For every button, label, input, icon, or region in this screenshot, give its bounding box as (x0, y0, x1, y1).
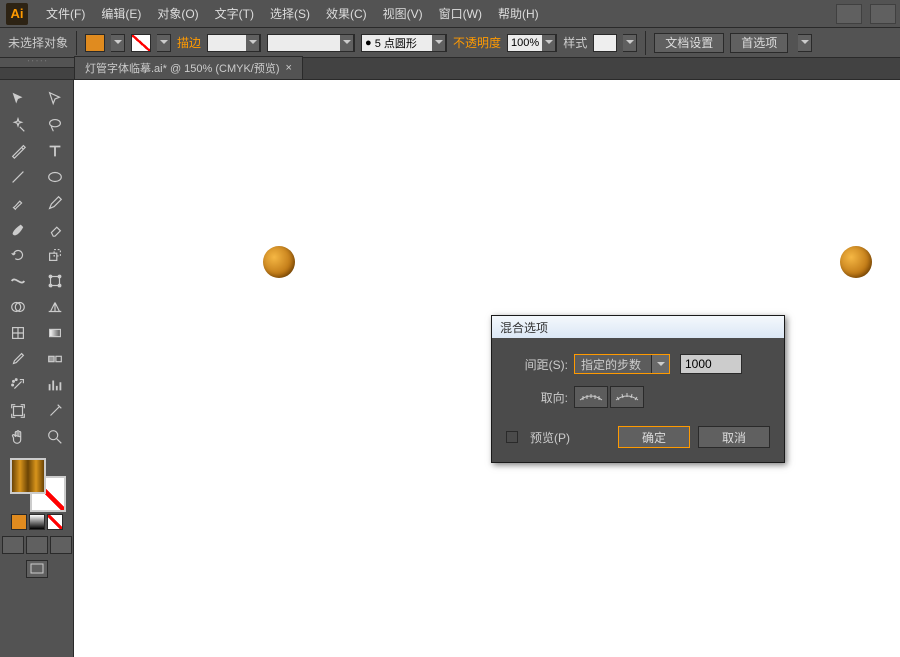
spacing-select[interactable]: 指定的步数 (574, 354, 670, 374)
spacing-select-value: 指定的步数 (581, 356, 641, 373)
pen-tool[interactable] (0, 138, 37, 164)
preview-checkbox[interactable] (506, 431, 518, 443)
canvas-circle-1[interactable] (263, 246, 295, 278)
width-tool[interactable] (0, 268, 37, 294)
draw-normal[interactable] (2, 536, 24, 554)
symbol-sprayer-tool[interactable] (0, 372, 37, 398)
dialog-title[interactable]: 混合选项 (492, 316, 784, 338)
variable-width-combo[interactable] (267, 34, 355, 52)
perspective-grid-tool[interactable] (37, 294, 74, 320)
fill-color-swatch[interactable] (10, 458, 46, 494)
menu-object[interactable]: 对象(O) (149, 1, 206, 26)
artboard-tool[interactable] (0, 398, 37, 424)
color-mode-none[interactable] (47, 514, 63, 530)
column-graph-tool[interactable] (37, 372, 74, 398)
spacing-label: 间距(S): (506, 356, 568, 373)
menu-file[interactable]: 文件(F) (38, 1, 93, 26)
color-mode-gradient[interactable] (29, 514, 45, 530)
menu-view[interactable]: 视图(V) (375, 1, 431, 26)
document-tab-title: 灯管字体临摹.ai* @ 150% (CMYK/预览) (85, 60, 280, 76)
magic-wand-tool[interactable] (0, 112, 37, 138)
paintbrush-tool[interactable] (0, 190, 37, 216)
menu-type[interactable]: 文字(T) (207, 1, 262, 26)
canvas-circle-2[interactable] (840, 246, 872, 278)
doc-setup-button[interactable]: 文档设置 (654, 33, 724, 53)
line-tool[interactable] (0, 164, 37, 190)
stroke-weight-combo[interactable] (207, 34, 261, 52)
style-swatch[interactable] (593, 34, 617, 52)
lasso-tool[interactable] (37, 112, 74, 138)
hand-tool[interactable] (0, 424, 37, 450)
style-label: 样式 (563, 34, 587, 51)
menu-bar: Ai 文件(F) 编辑(E) 对象(O) 文字(T) 选择(S) 效果(C) 视… (0, 0, 900, 28)
opacity-combo[interactable]: 100% (507, 34, 557, 52)
orientation-align-path[interactable] (610, 386, 644, 408)
screen-mode-row (0, 560, 73, 578)
blend-tool[interactable] (37, 346, 74, 372)
orientation-align-page[interactable] (574, 386, 608, 408)
mesh-tool[interactable] (0, 320, 37, 346)
arrange-button[interactable] (870, 4, 896, 24)
menu-edit[interactable]: 编辑(E) (93, 1, 149, 26)
blob-brush-tool[interactable] (0, 216, 37, 242)
preview-label: 预览(P) (530, 429, 570, 446)
brush-combo[interactable]: ● 5 点圆形 (361, 34, 447, 52)
slice-tool[interactable] (37, 398, 74, 424)
opacity-label[interactable]: 不透明度 (453, 34, 501, 51)
bridge-button[interactable] (836, 4, 862, 24)
spacing-steps-input[interactable] (680, 354, 742, 374)
toolbox (0, 80, 74, 657)
screen-mode-toggle[interactable] (26, 560, 48, 578)
direct-selection-tool[interactable] (37, 86, 74, 112)
close-tab-icon[interactable]: × (286, 62, 292, 74)
blend-options-dialog: 混合选项 间距(S): 指定的步数 取向: 预览(P) (491, 315, 785, 463)
selection-status: 未选择对象 (8, 34, 68, 51)
gradient-tool[interactable] (37, 320, 74, 346)
panel-menu-dropdown[interactable] (798, 34, 812, 52)
menu-help[interactable]: 帮助(H) (490, 1, 547, 26)
pencil-tool[interactable] (37, 190, 74, 216)
cancel-button[interactable]: 取消 (698, 426, 770, 448)
eyedropper-tool[interactable] (0, 346, 37, 372)
stroke-dropdown[interactable] (157, 34, 171, 52)
shape-builder-tool[interactable] (0, 294, 37, 320)
fill-swatch[interactable] (85, 34, 105, 52)
draw-inside[interactable] (50, 536, 72, 554)
rotate-tool[interactable] (0, 242, 37, 268)
draw-behind[interactable] (26, 536, 48, 554)
ok-button[interactable]: 确定 (618, 426, 690, 448)
scale-tool[interactable] (37, 242, 74, 268)
document-tab-bar: 灯管字体临摹.ai* @ 150% (CMYK/预览) × (0, 58, 900, 80)
selection-tool[interactable] (0, 86, 37, 112)
orientation-label: 取向: (506, 389, 568, 406)
zoom-tool[interactable] (37, 424, 74, 450)
menu-select[interactable]: 选择(S) (262, 1, 318, 26)
color-mode-solid[interactable] (11, 514, 27, 530)
toolbox-handle[interactable] (0, 58, 74, 68)
free-transform-tool[interactable] (37, 268, 74, 294)
stroke-label[interactable]: 描边 (177, 34, 201, 51)
style-dropdown[interactable] (623, 34, 637, 52)
stroke-swatch[interactable] (131, 34, 151, 52)
ellipse-tool[interactable] (37, 164, 74, 190)
eraser-tool[interactable] (37, 216, 74, 242)
menu-window[interactable]: 窗口(W) (431, 1, 490, 26)
color-mode-row (0, 514, 73, 530)
fill-dropdown[interactable] (111, 34, 125, 52)
preferences-button[interactable]: 首选项 (730, 33, 788, 53)
spacing-dropdown-icon[interactable] (651, 355, 669, 373)
type-tool[interactable] (37, 138, 74, 164)
app-logo: Ai (6, 3, 28, 25)
document-tab[interactable]: 灯管字体临摹.ai* @ 150% (CMYK/预览) × (74, 56, 303, 79)
menu-effect[interactable]: 效果(C) (318, 1, 375, 26)
draw-mode-row (0, 536, 73, 554)
control-bar: 未选择对象 描边 ● 5 点圆形 不透明度 100% 样式 文档设置 首选项 (0, 28, 900, 58)
fill-stroke-swatch[interactable] (0, 456, 73, 512)
